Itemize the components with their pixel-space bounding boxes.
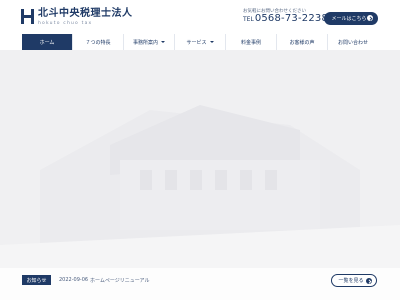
tel-label: TEL	[243, 16, 254, 23]
tel-number[interactable]: TEL0568-73-2238	[243, 14, 328, 24]
nav-item-home[interactable]: ホーム	[22, 34, 72, 50]
caret-down-icon	[161, 41, 165, 43]
nav-item-label: 料金事例	[240, 39, 261, 46]
nav-item-pricing[interactable]: 料金事例	[225, 34, 276, 50]
hero-building-illustration	[0, 50, 400, 300]
logo-name[interactable]: 北斗中央税理士法人	[38, 9, 133, 19]
tel-value: 0568-73-2238	[254, 13, 329, 24]
chevron-right-icon	[367, 15, 373, 21]
nav-item-contact[interactable]: お問い合わせ	[327, 34, 378, 50]
news-title-link[interactable]: ホームページリニューアル	[90, 277, 150, 284]
nav-item-services[interactable]: サービス	[174, 34, 225, 50]
nav-item-label: 事務所案内	[132, 39, 158, 46]
nav-item-label: お客様の声	[289, 39, 315, 46]
hero-image	[0, 50, 400, 300]
nav-item-voices[interactable]: お客様の声	[276, 34, 327, 50]
nav-item-label: ホーム	[39, 39, 55, 46]
news-list-button-label: 一覧を見る	[338, 278, 364, 284]
logo-icon[interactable]	[21, 9, 34, 24]
nav-item-label: サービス	[186, 39, 207, 46]
news-list-button[interactable]: 一覧を見る	[331, 274, 377, 287]
main-nav: ホーム ７つの特長 事務所案内 サービス 料金事例 お客様の声 お問い合わせ	[22, 34, 378, 50]
nav-item-label: お問い合わせ	[337, 39, 368, 46]
news-bar: お知らせ 2022-09-06 ホームページリニューアル 一覧を見る	[0, 268, 400, 300]
mail-button-label: メールはこちら	[331, 16, 367, 22]
caret-down-icon	[209, 41, 214, 43]
mail-button[interactable]: メールはこちら	[324, 12, 378, 25]
chevron-right-icon	[366, 278, 372, 284]
news-date: 2022-09-06	[59, 277, 89, 283]
nav-item-features[interactable]: ７つの特長	[72, 34, 123, 50]
page: 北斗中央税理士法人 hokuto chuo tax お気軽にお問い合わせください…	[0, 0, 400, 300]
news-badge: お知らせ	[22, 275, 51, 285]
nav-item-label: ７つの特長	[85, 39, 111, 46]
nav-item-office[interactable]: 事務所案内	[123, 34, 174, 50]
logo-subtitle: hokuto chuo tax	[38, 21, 93, 26]
site-header: 北斗中央税理士法人 hokuto chuo tax お気軽にお問い合わせください…	[0, 0, 400, 33]
